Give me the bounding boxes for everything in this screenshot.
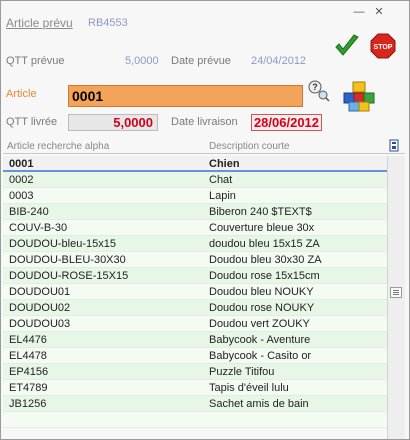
dialog-window: Article prévu RB4553 — ✕ QTT prévue 5,00… [0, 0, 410, 440]
stop-sign-icon: STOP [370, 33, 396, 59]
table-row[interactable]: EP4156 Puzzle Titifou [3, 364, 387, 380]
table-row[interactable]: DOUDOU03 Doudou vert ZOUKY [3, 316, 387, 332]
table-row[interactable]: COUV-B-30 Couverture bleue 30x [3, 220, 387, 236]
cell-article: COUV-B-30 [9, 222, 68, 234]
article-label: Article [6, 88, 37, 100]
stop-button[interactable]: STOP [370, 33, 396, 59]
cell-article: 0003 [9, 190, 34, 202]
cell-article: DOUDOU01 [9, 286, 71, 298]
cell-article: EL4478 [9, 350, 47, 362]
cell-description: Babycook - Aventure [209, 334, 311, 346]
help-search-icon: ? [308, 80, 330, 102]
qtt-prevue-label: QTT prévue [6, 55, 65, 67]
article-input[interactable]: 0001 [68, 85, 303, 107]
stop-sign-text: STOP [374, 44, 393, 51]
table-row[interactable]: 0002 Chat [3, 172, 387, 188]
date-prevue-value: 24/04/2012 [251, 55, 307, 67]
table-row[interactable]: DOUDOU-BLEU-30X30 Doudou bleu 30x30 ZA [3, 252, 387, 268]
qtt-livree-label: QTT livrée [6, 116, 58, 128]
qtt-prevue-value: 5,0000 [125, 55, 159, 67]
cell-article: JB1256 [9, 398, 47, 410]
cell-description: Puzzle Titifou [209, 366, 275, 378]
table-header: Article recherche alpha Description cour… [3, 139, 405, 154]
cell-article: EL4476 [9, 334, 47, 346]
cell-article: DOUDOU-BLEU-30X30 [9, 254, 126, 266]
cell-article: DOUDOU-ROSE-15X15 [9, 270, 129, 282]
table-row[interactable]: DOUDOU01 Doudou bleu NOUKY [3, 284, 387, 300]
table-row[interactable]: DOUDOU02 Doudou rose NOUKY [3, 300, 387, 316]
table-row[interactable]: BIB-240 Biberon 240 $TEXT$ [3, 204, 387, 220]
table-row[interactable]: DOUDOU-bleu-15x15 doudou bleu 15x15 ZA [3, 236, 387, 252]
article-prevu-label: Article prévu [6, 16, 73, 30]
article-search-help-button[interactable]: ? [307, 79, 331, 103]
article-list: 0001 Chien 0002 Chat 0003 Lapin BIB-240 Biberon… [3, 156, 387, 439]
cell-description: Doudou rose 15x15cm [209, 270, 320, 282]
cell-description: Biberon 240 $TEXT$ [209, 206, 312, 218]
table-row[interactable] [3, 412, 387, 428]
cell-description: Sachet amis de bain [209, 398, 309, 410]
cell-description: Chat [209, 174, 233, 186]
cell-description: Doudou bleu NOUKY [209, 286, 314, 298]
close-window-button[interactable]: ✕ [373, 7, 385, 18]
vertical-scrollbar[interactable] [387, 156, 405, 439]
grip-icon [393, 290, 399, 295]
cell-description: Lapin [209, 190, 236, 202]
article-catalog-button[interactable] [342, 80, 376, 112]
checkmark-icon [335, 34, 359, 56]
table-row[interactable]: 0001 Chien [3, 156, 387, 172]
export-icon[interactable] [388, 139, 400, 152]
cell-article: 0001 [9, 158, 34, 170]
table-row[interactable]: 0003 Lapin [3, 188, 387, 204]
cell-description: Doudou rose NOUKY [209, 302, 315, 314]
table-row[interactable]: EL4476 Babycook - Aventure [3, 332, 387, 348]
cell-article: DOUDOU03 [9, 318, 71, 330]
cell-article: EP4156 [9, 366, 49, 378]
cell-article: DOUDOU-bleu-15x15 [9, 238, 116, 250]
qtt-livree-field[interactable]: 5,0000 [68, 114, 158, 131]
cell-description: Doudou vert ZOUKY [209, 318, 310, 330]
minimize-button[interactable]: — [353, 7, 365, 18]
cell-description: Doudou bleu 30x30 ZA [209, 254, 322, 266]
cell-description: Chien [209, 158, 240, 170]
article-prevu-value: RB4553 [88, 17, 128, 29]
date-livraison-label: Date livraison [171, 116, 238, 128]
date-prevue-label: Date prévue [171, 55, 231, 67]
date-livraison-field[interactable]: 28/06/2012 [251, 114, 322, 131]
table-row[interactable]: EL4478 Babycook - Casito or [3, 348, 387, 364]
table-row[interactable]: ET4789 Tapis d'éveil lulu [3, 380, 387, 396]
cell-article: DOUDOU02 [9, 302, 71, 314]
cell-article: 0002 [9, 174, 34, 186]
cell-description: Tapis d'éveil lulu [209, 382, 289, 394]
column-header-description[interactable]: Description courte [209, 141, 290, 152]
cell-description: Couverture bleue 30x [209, 222, 315, 234]
validate-button[interactable] [334, 33, 360, 59]
cell-description: Babycook - Casito or [209, 350, 312, 362]
cell-article: ET4789 [9, 382, 48, 394]
cell-article: BIB-240 [9, 206, 49, 218]
column-header-article[interactable]: Article recherche alpha [7, 141, 109, 152]
table-row[interactable]: DOUDOU-ROSE-15X15 Doudou rose 15x15cm [3, 268, 387, 284]
blocks-icon [343, 81, 375, 112]
help-icon-text: ? [312, 82, 318, 92]
scrollbar-thumb[interactable] [390, 287, 402, 298]
cell-description: doudou bleu 15x15 ZA [209, 238, 320, 250]
table-row[interactable]: JB1256 Sachet amis de bain [3, 396, 387, 412]
